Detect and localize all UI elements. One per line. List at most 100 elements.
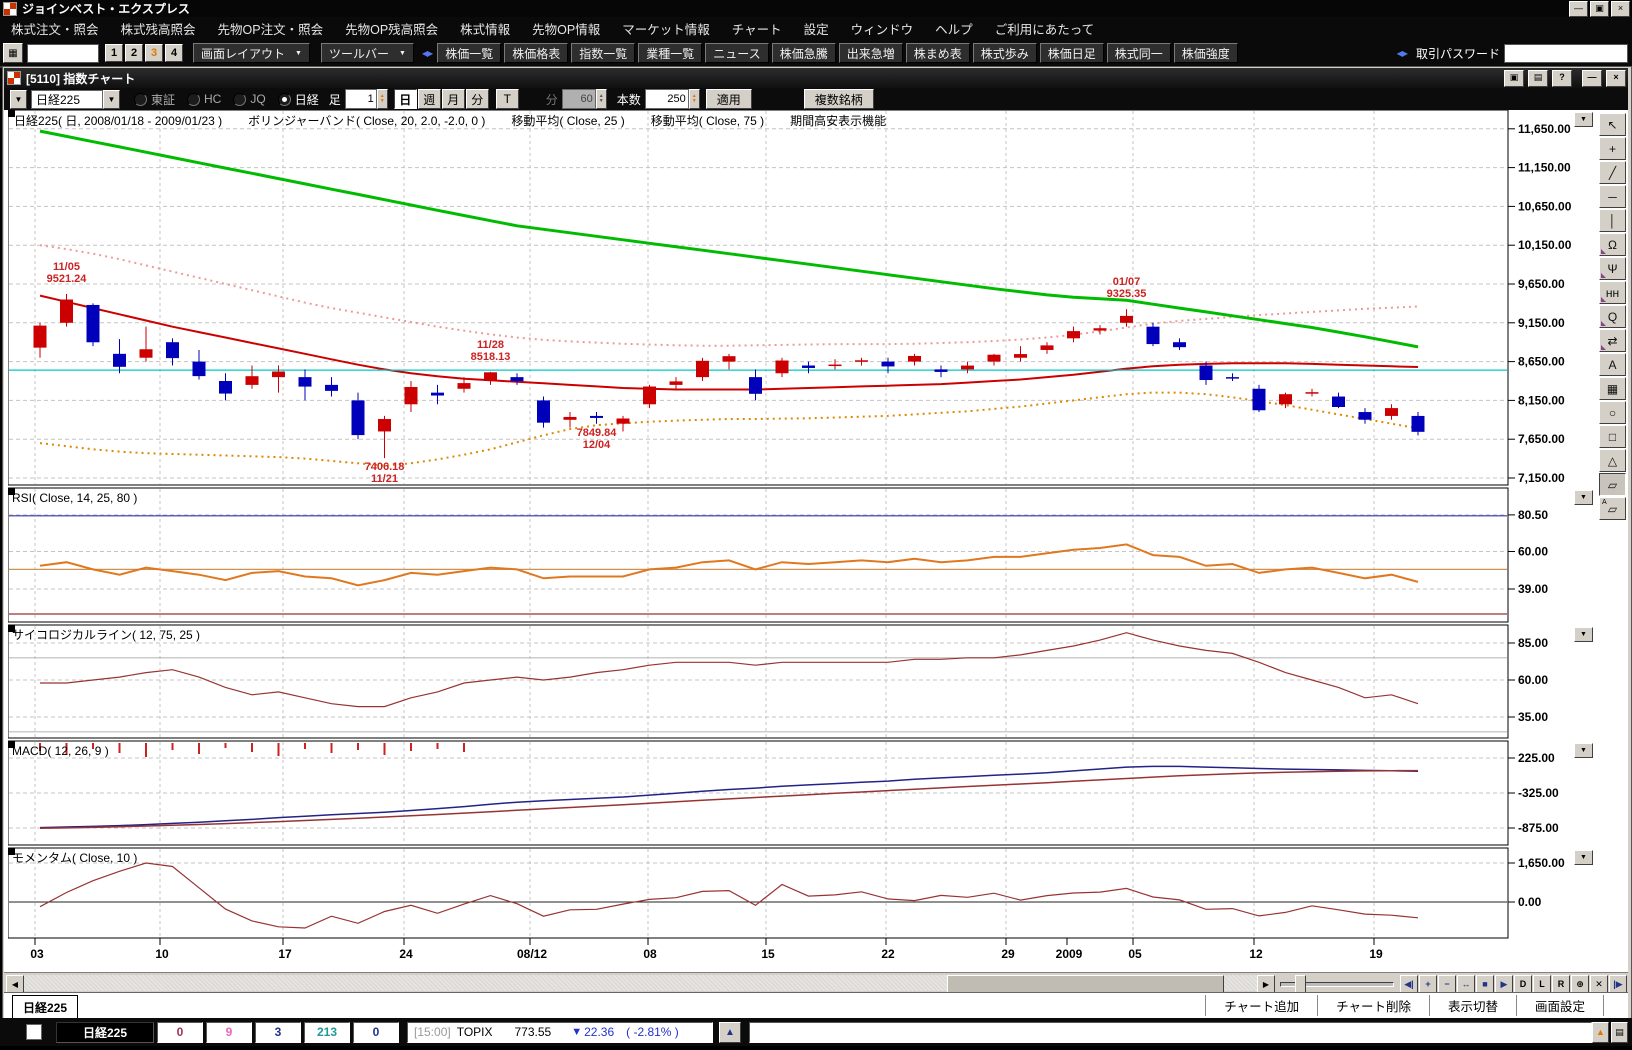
toolbar-button[interactable]: 出来急増 xyxy=(838,43,903,63)
toolbar-button[interactable]: 指数一覧 xyxy=(571,43,636,63)
menu-item[interactable]: チャート xyxy=(721,19,793,38)
menu-item[interactable]: 先物OP情報 xyxy=(521,19,611,38)
panel-menu-icon[interactable]: ▼ xyxy=(1574,743,1593,758)
menu-item[interactable]: ウィンドウ xyxy=(840,19,925,38)
toolbar-button[interactable]: 株価急騰 xyxy=(771,43,836,63)
scroll-right-icon[interactable]: ▶ xyxy=(1257,975,1275,993)
window-minimize-icon[interactable]: — xyxy=(1582,69,1602,87)
layout-number-button[interactable]: 3 xyxy=(145,44,163,62)
panel-menu-icon[interactable]: ▼ xyxy=(1574,627,1593,642)
chart-window-titlebar[interactable]: [5110] 指数チャート ▣ ▤ ? — × xyxy=(4,68,1628,88)
rectangle-tool-icon[interactable]: □ xyxy=(1599,425,1626,448)
quote-list-tool-icon[interactable]: Q xyxy=(1599,305,1626,328)
eraser-tool-icon[interactable]: ▱ xyxy=(1599,473,1626,496)
password-collapse-icon[interactable]: ◀▶ xyxy=(1397,49,1408,58)
chart-canvas[interactable]: 11,650.00 11,150.00 10,650.00 10,150.00 9,65… xyxy=(8,110,1592,965)
nav-r-icon[interactable]: R xyxy=(1552,975,1570,993)
erase-all-tool-icon[interactable]: ▱ A xyxy=(1599,497,1626,520)
window-close-icon[interactable]: × xyxy=(1606,69,1626,87)
alert-tool-icon[interactable]: Ω xyxy=(1599,233,1626,256)
symbol-select[interactable]: 日経225 xyxy=(31,89,103,109)
horizontal-line-tool-icon[interactable]: ─ xyxy=(1599,185,1626,208)
market-radio-東証[interactable]: 東証 xyxy=(134,91,175,108)
cascade-icon[interactable]: ▤ xyxy=(1528,69,1548,87)
revert-tool-icon[interactable]: ⇄ xyxy=(1599,329,1626,352)
high-low-tool-icon[interactable]: ʜʜ xyxy=(1599,281,1626,304)
nav-close-icon[interactable]: ✕ xyxy=(1590,975,1608,993)
market-radio-JQ[interactable]: JQ xyxy=(233,91,266,108)
panel-menu-icon[interactable]: ▼ xyxy=(1574,850,1593,865)
layout-number-button[interactable]: 2 xyxy=(125,44,143,62)
toolbar-menu-button[interactable]: ツールバー ▼ xyxy=(320,43,414,63)
menu-item[interactable]: ヘルプ xyxy=(924,19,984,38)
period-button-月[interactable]: 月 xyxy=(441,89,465,109)
apply-button[interactable]: 適用 xyxy=(705,89,752,109)
toolbar-button[interactable]: 業種一覧 xyxy=(638,43,703,63)
period-button-分[interactable]: 分 xyxy=(465,89,489,109)
nav-last-icon[interactable]: |▶ xyxy=(1609,975,1627,993)
footer-button[interactable]: チャート削除 xyxy=(1317,995,1429,1016)
grid-tool-icon[interactable]: ▦ xyxy=(1599,377,1626,400)
tick-button[interactable]: T xyxy=(495,89,519,109)
help-icon[interactable]: ? xyxy=(1552,69,1572,87)
bar-count-spinner[interactable]: ▲ ▼ xyxy=(688,89,700,109)
tab-nikkei225[interactable]: 日経225 xyxy=(12,995,78,1019)
fan-line-tool-icon[interactable]: Ψ xyxy=(1599,257,1626,280)
text-tool-icon[interactable]: A xyxy=(1599,353,1626,376)
bar-count-input[interactable] xyxy=(644,89,689,109)
toolbar-button[interactable]: 株価格表 xyxy=(504,43,569,63)
new-window-icon[interactable]: ▣ xyxy=(1504,69,1524,87)
layout-number-button[interactable]: 1 xyxy=(105,44,123,62)
toolbar-button[interactable]: 株式同一 xyxy=(1106,43,1171,63)
crosshair-tool-icon[interactable]: + xyxy=(1599,137,1626,160)
nav-stop-icon[interactable]: ■ xyxy=(1476,975,1494,993)
nav-d-icon[interactable]: D xyxy=(1514,975,1532,993)
scrollbar-thumb[interactable] xyxy=(947,975,1224,993)
multi-symbol-button[interactable]: 複数銘柄 xyxy=(803,89,874,109)
bar-interval-input[interactable] xyxy=(344,89,377,109)
nav-fit-icon[interactable]: ↔ xyxy=(1457,975,1475,993)
footer-button[interactable]: チャート追加 xyxy=(1205,995,1317,1016)
corner-up-icon[interactable]: ▲ xyxy=(1592,1021,1609,1043)
period-button-週[interactable]: 週 xyxy=(417,89,441,109)
status-checkbox[interactable] xyxy=(26,1024,42,1040)
layout-number-button[interactable]: 4 xyxy=(165,44,183,62)
select-tool-icon[interactable]: ↖ xyxy=(1599,113,1626,136)
corner-panel-icon[interactable]: ▤ xyxy=(1611,1021,1628,1043)
symbol-select-arrow-icon[interactable]: ▼ xyxy=(103,89,120,109)
symbol-history-icon[interactable]: ▼ xyxy=(10,89,27,109)
nav-magnify-icon[interactable]: ⊕ xyxy=(1571,975,1589,993)
toolbar-collapse-icon[interactable]: ◀▶ xyxy=(422,49,433,58)
nav-play-icon[interactable]: ▶ xyxy=(1495,975,1513,993)
nav-zoom-in-icon[interactable]: + xyxy=(1419,975,1437,993)
menu-item[interactable]: 株式注文・照会 xyxy=(0,19,110,38)
trade-password-input[interactable] xyxy=(1504,43,1628,63)
footer-button[interactable]: 画面設定 xyxy=(1515,995,1604,1016)
toolbar-button[interactable]: ニュース xyxy=(705,43,769,63)
toolbar-button[interactable]: 株まめ表 xyxy=(905,43,970,63)
scroll-left-icon[interactable]: ◀ xyxy=(6,975,24,993)
menu-item[interactable]: 設定 xyxy=(793,19,840,38)
toolbar-button[interactable]: 株価日足 xyxy=(1039,43,1104,63)
market-radio-HC[interactable]: HC xyxy=(187,91,221,108)
menu-item[interactable]: マーケット情報 xyxy=(611,19,721,38)
panel-menu-icon[interactable]: ▼ xyxy=(1574,112,1593,127)
restore-icon[interactable]: ▣ xyxy=(1590,0,1609,17)
toolbar-button[interactable]: 株式歩み xyxy=(972,43,1037,63)
toolbar-button[interactable]: 株価強度 xyxy=(1173,43,1238,63)
quote-scroll-up-icon[interactable]: ▲ xyxy=(719,1021,741,1043)
bar-spinner[interactable]: ▲ ▼ xyxy=(376,89,388,109)
zoom-slider-thumb[interactable] xyxy=(1295,975,1306,993)
period-button-日[interactable]: 日 xyxy=(393,89,417,109)
trendline-tool-icon[interactable]: ╱ xyxy=(1599,161,1626,184)
nav-l-icon[interactable]: L xyxy=(1533,975,1551,993)
symbol-code-input[interactable] xyxy=(27,43,99,63)
menu-item[interactable]: 株式残高照会 xyxy=(110,19,207,38)
nav-zoom-out-icon[interactable]: − xyxy=(1438,975,1456,993)
screen-layout-button[interactable]: 画面レイアウト ▼ xyxy=(193,43,310,63)
menu-item[interactable]: ご利用にあたって xyxy=(984,19,1105,38)
toolbar-button[interactable]: 株価一覧 xyxy=(437,43,502,63)
nav-first-icon[interactable]: ◀| xyxy=(1400,975,1418,993)
menu-item[interactable]: 先物OP残高照会 xyxy=(334,19,449,38)
minimize-icon[interactable]: — xyxy=(1569,0,1588,17)
